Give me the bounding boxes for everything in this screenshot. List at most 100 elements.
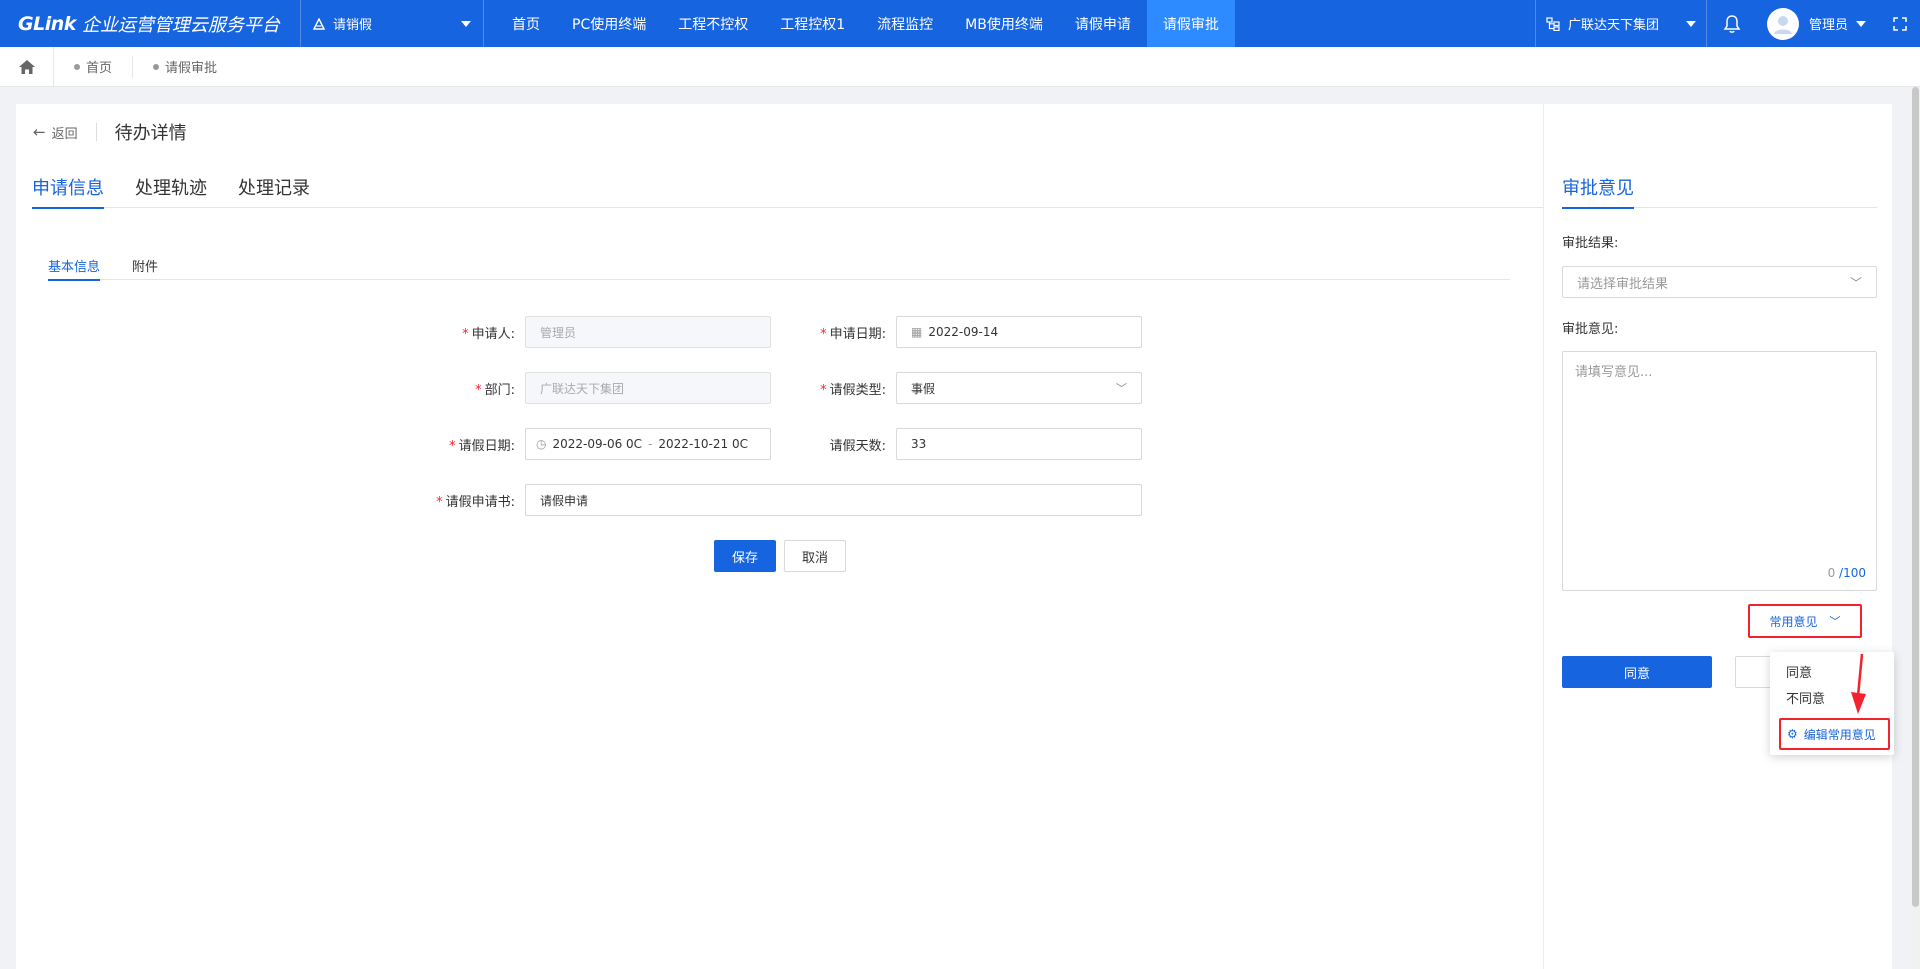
brand-name: 企业运营管理云服务平台	[81, 14, 280, 36]
apply-date-row: * 申请日期: ▦ 2022-09-14	[776, 316, 1142, 348]
approval-panel: 审批意见 审批结果: 请选择审批结果 ﹀ 审批意见: 请填写意见... 0 /1…	[1543, 104, 1892, 969]
page-scrollbar[interactable]	[1911, 87, 1920, 969]
dropdown-item-disagree[interactable]: 不同意	[1786, 688, 1825, 707]
user-avatar-icon	[1773, 15, 1792, 34]
approval-result-label: 审批结果:	[1562, 236, 1619, 251]
breadcrumb-dot	[74, 63, 80, 70]
menu-item-label: 工程控权1	[780, 16, 846, 33]
top-right-area: 广联达天下集团 管理员	[1534, 0, 1920, 47]
edit-common-opinion-button[interactable]: ⚙ 编辑常用意见	[1779, 718, 1890, 750]
menu-item-process-monitor[interactable]: 流程监控	[861, 0, 949, 47]
chevron-down-icon: ﹀	[1849, 275, 1862, 290]
app-select-label: 请销假	[333, 18, 373, 33]
tab-attachments[interactable]: 附件	[132, 250, 158, 280]
app-icon	[313, 17, 325, 30]
char-counter: 0 /100	[1827, 566, 1866, 580]
main-tabs: 申请信息 处理轨迹 处理记录	[32, 166, 1544, 209]
caret-down-icon	[461, 20, 471, 27]
edit-common-opinion-label: 编辑常用意见	[1803, 727, 1876, 742]
agree-button[interactable]: 同意	[1562, 656, 1712, 688]
back-button[interactable]: ← 返回	[33, 123, 78, 142]
fullscreen-button[interactable]	[1880, 0, 1920, 47]
leave-days-field[interactable]: 33	[896, 428, 1142, 460]
scrollbar-thumb[interactable]	[1912, 87, 1919, 907]
approval-result-select[interactable]: 请选择审批结果 ﹀	[1562, 266, 1877, 298]
brand-logo: GLink	[18, 12, 76, 35]
dropdown-item-agree[interactable]: 同意	[1786, 662, 1812, 681]
org-tree-icon	[1546, 16, 1560, 31]
leave-days-label: 请假天数:	[829, 438, 886, 454]
back-label: 返回	[51, 126, 78, 142]
org-select[interactable]: 广联达天下集团	[1534, 0, 1707, 47]
applicant-label: * 申请人:	[462, 326, 515, 342]
user-menu[interactable]: 管理员	[1757, 0, 1880, 47]
common-opinion-dropdown: 同意 不同意 ⚙ 编辑常用意见	[1770, 652, 1894, 755]
fullscreen-icon	[1893, 16, 1907, 31]
common-opinion-label: 常用意见	[1769, 614, 1818, 629]
leave-dates-row: * 请假日期: ◷ 2022-09-06 0C - 2022-10-21 0C	[405, 428, 771, 460]
app-select[interactable]: 请销假	[300, 0, 484, 47]
breadcrumb: 首页 请假审批	[0, 46, 1920, 87]
clock-icon: ◷	[536, 437, 547, 451]
menu-item-mb-terminal[interactable]: MB使用终端	[949, 0, 1059, 47]
leave-type-row: * 请假类型: 事假 ﹀	[776, 372, 1142, 404]
cancel-button[interactable]: 取消	[784, 540, 846, 572]
menu-item-project-auth[interactable]: 工程控权1	[764, 0, 861, 47]
leave-start-date: 2022-09-06 0C	[552, 437, 643, 451]
approval-title[interactable]: 审批意见	[1562, 166, 1634, 209]
menu-item-label: MB使用终端	[965, 16, 1043, 33]
sub-tabs: 基本信息 附件	[48, 250, 1510, 281]
breadcrumb-dot	[153, 63, 160, 70]
letter-label: * 请假申请书:	[436, 494, 515, 510]
menu-item-home[interactable]: 首页	[496, 0, 556, 47]
menu-item-project-no-auth[interactable]: 工程不控权	[662, 0, 764, 47]
page-title: 待办详情	[114, 123, 187, 144]
tab-process-track[interactable]: 处理轨迹	[135, 166, 207, 208]
menu-item-label: 首页	[512, 16, 540, 33]
menu-item-label: 请假审批	[1162, 16, 1219, 33]
caret-down-icon	[1685, 20, 1696, 27]
apply-date-label: * 申请日期:	[820, 326, 886, 342]
menu-item-leave-apply[interactable]: 请假申请	[1059, 0, 1147, 47]
divider	[95, 123, 97, 141]
gear-icon: ⚙	[1787, 727, 1798, 741]
breadcrumb-item-leave-approve[interactable]: 请假审批	[133, 56, 237, 78]
brand[interactable]: GLink 企业运营管理云服务平台	[0, 0, 300, 47]
department-label: * 部门:	[475, 382, 515, 398]
caret-down-icon	[1856, 20, 1866, 27]
menu-item-leave-approve[interactable]: 请假审批	[1146, 0, 1235, 47]
leave-end-date: 2022-10-21 0C	[658, 437, 748, 451]
leave-type-label: * 请假类型:	[820, 382, 886, 398]
tab-basic-info[interactable]: 基本信息	[48, 250, 101, 281]
approval-opinion-textarea[interactable]: 请填写意见... 0 /100	[1562, 351, 1877, 591]
leave-dates-label: * 请假日期:	[449, 438, 515, 454]
top-navbar: GLink 企业运营管理云服务平台 请销假 首页 PC使用终端 工程不控权 工程…	[0, 0, 1920, 47]
annotation-arrow-icon	[1851, 653, 1866, 714]
breadcrumb-label: 请假审批	[165, 61, 218, 76]
approval-opinion-placeholder: 请填写意见...	[1575, 365, 1653, 380]
letter-field[interactable]: 请假申请	[525, 484, 1142, 516]
arrow-left-icon: ←	[33, 123, 46, 141]
breadcrumb-item-home[interactable]: 首页	[54, 55, 134, 78]
save-button[interactable]: 保存	[714, 540, 776, 572]
tab-process-record[interactable]: 处理记录	[238, 166, 310, 208]
applicant-field: 管理员	[525, 316, 771, 348]
main-menu: 首页 PC使用终端 工程不控权 工程控权1 流程监控 MB使用终端 请假申请 请…	[496, 0, 1235, 47]
common-opinion-button[interactable]: 常用意见 ﹀	[1748, 604, 1862, 638]
apply-date-field[interactable]: ▦ 2022-09-14	[896, 316, 1142, 348]
notification-button[interactable]	[1707, 0, 1757, 47]
approval-opinion-label: 审批意见:	[1562, 322, 1619, 337]
range-separator: -	[648, 437, 653, 451]
leave-type-select[interactable]: 事假 ﹀	[896, 372, 1142, 404]
menu-item-label: 流程监控	[877, 16, 934, 33]
department-field: 广联达天下集团	[525, 372, 771, 404]
menu-item-pc-terminal[interactable]: PC使用终端	[556, 0, 662, 47]
detail-card: ← 返回 待办详情 申请信息 处理轨迹 处理记录 基本信息 附件 * 申请人: 管…	[16, 104, 1892, 969]
menu-item-label: PC使用终端	[572, 16, 647, 33]
avatar	[1766, 7, 1799, 40]
org-select-label: 广联达天下集团	[1567, 18, 1659, 33]
tab-application-info[interactable]: 申请信息	[32, 166, 104, 209]
home-button[interactable]	[0, 46, 54, 87]
leave-dates-range-picker[interactable]: ◷ 2022-09-06 0C - 2022-10-21 0C	[525, 428, 771, 460]
breadcrumb-label: 首页	[86, 61, 113, 76]
